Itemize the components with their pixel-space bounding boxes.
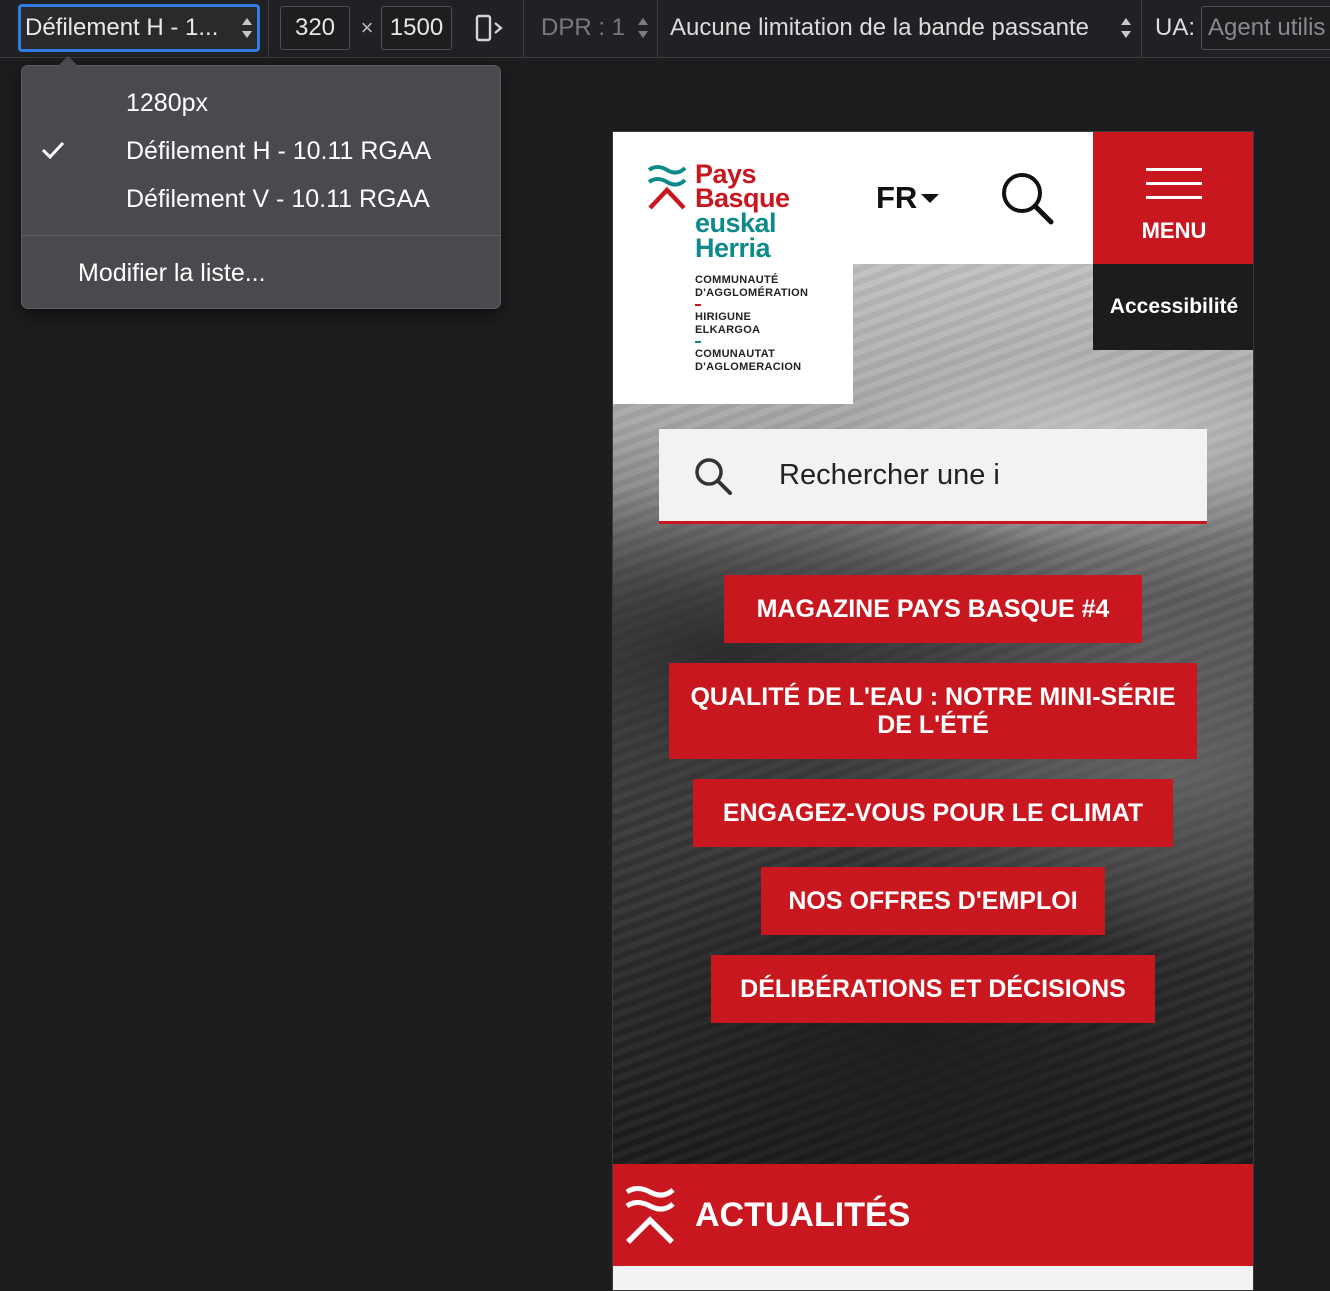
rotate-device-icon-svg [475, 14, 503, 42]
select-arrows-icon [241, 17, 253, 39]
edit-device-list[interactable]: Modifier la liste... [22, 251, 500, 295]
cta-water-quality-button[interactable]: QUALITÉ DE L'EAU : NOTRE MINI-SÉRIE DE L… [669, 663, 1197, 759]
logo-dash [695, 304, 701, 306]
caret-down-icon [921, 193, 940, 203]
menu-divider [22, 235, 500, 236]
device-dropdown-menu: 1280px Défilement H - 10.11 RGAA Défilem… [21, 56, 501, 309]
device-option-label: 1280px [126, 88, 209, 117]
hamburger-icon [1146, 168, 1202, 171]
logo-subtitle: ELKARGOA [695, 324, 761, 336]
logo-subtitle: HIRIGUNE [695, 311, 752, 323]
cta-magazine-button[interactable]: MAGAZINE PAYS BASQUE #4 [724, 575, 1142, 643]
height-input[interactable]: 1500 [381, 6, 452, 50]
select-arrows-icon [1120, 17, 1132, 39]
dpr-select[interactable]: DPR : 1 [541, 4, 649, 52]
logo-mark-icon [625, 1186, 675, 1244]
device-option-1280[interactable]: 1280px [22, 81, 500, 125]
device-option-label: Défilement V - 10.11 RGAA [126, 184, 430, 213]
logo-subtitle: D'AGLOMERACION [695, 361, 802, 373]
language-label: FR [876, 180, 918, 215]
search-input[interactable]: Rechercher une i [659, 429, 1207, 524]
search-icon[interactable] [999, 170, 1055, 226]
width-input[interactable]: 320 [280, 6, 350, 50]
cta-climate-button[interactable]: ENGAGEZ-VOUS POUR LE CLIMAT [693, 779, 1173, 847]
language-selector[interactable]: FR [876, 176, 940, 220]
dpr-label: DPR : 1 [541, 14, 626, 41]
site-logo[interactable]: Pays Basque euskal Herria COMMUNAUTÉ D'A… [613, 132, 853, 404]
device-option-defilement-h[interactable]: Défilement H - 10.11 RGAA [22, 129, 500, 173]
search-placeholder: Rechercher une i [779, 458, 1000, 491]
cta-jobs-button[interactable]: NOS OFFRES D'EMPLOI [761, 867, 1105, 935]
rotate-device-icon[interactable] [468, 4, 508, 52]
menu-button[interactable]: MENU [1093, 132, 1253, 264]
device-select-label: Défilement H - 1... [25, 14, 219, 41]
checkmark-icon [41, 141, 65, 160]
divider [523, 0, 524, 57]
news-title: ACTUALITÉS [695, 1195, 911, 1234]
device-viewport: Pays Basque euskal Herria COMMUNAUTÉ D'A… [612, 131, 1254, 1291]
throttle-select[interactable]: Aucune limitation de la bande passante [670, 4, 1132, 52]
logo-text-herria: Herria [695, 233, 771, 263]
divider [268, 0, 269, 57]
menu-label: MENU [1141, 218, 1207, 243]
logo-subtitle: D'AGGLOMÉRATION [695, 287, 809, 299]
ua-label: UA: [1155, 14, 1196, 41]
cta-deliberations-button[interactable]: DÉLIBÉRATIONS ET DÉCISIONS [711, 955, 1155, 1023]
divider [657, 0, 658, 57]
select-arrows-icon [637, 17, 649, 39]
hamburger-icon [1146, 196, 1202, 199]
accessibility-button[interactable]: Accessibilité [1093, 264, 1253, 350]
times-symbol: × [360, 15, 374, 40]
divider [1141, 0, 1142, 57]
news-content-area [613, 1266, 1253, 1290]
device-select[interactable]: Défilement H - 1... [18, 4, 260, 52]
logo-subtitle: COMMUNAUTÉ [695, 274, 779, 286]
hamburger-icon [1146, 182, 1202, 185]
devtools-toolbar: Défilement H - 1... 320 × 1500 DPR : 1 A… [0, 0, 1330, 58]
throttle-label: Aucune limitation de la bande passante [670, 14, 1089, 41]
logo-mark-icon [647, 165, 687, 210]
logo-dash [695, 341, 701, 343]
edit-list-label: Modifier la liste... [78, 258, 266, 287]
search-icon [695, 458, 732, 495]
user-agent-input[interactable]: Agent utilis [1201, 6, 1330, 50]
device-option-label: Défilement H - 10.11 RGAA [126, 136, 432, 165]
news-section-header: ACTUALITÉS [613, 1164, 1253, 1266]
logo-subtitle: COMUNAUTAT [695, 348, 776, 360]
device-option-defilement-v[interactable]: Défilement V - 10.11 RGAA [22, 177, 500, 221]
